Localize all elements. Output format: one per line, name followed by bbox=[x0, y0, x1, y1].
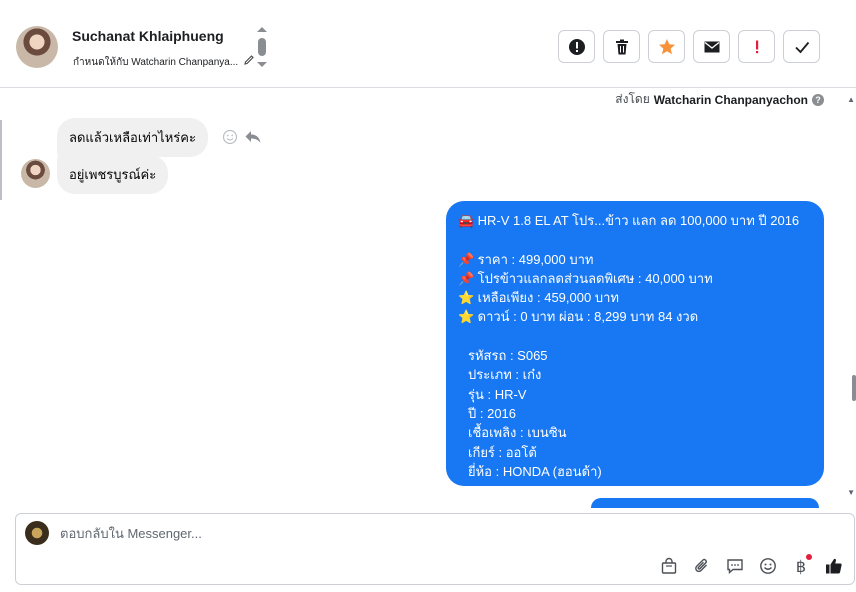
react-emoji-icon[interactable] bbox=[222, 129, 238, 145]
page-avatar bbox=[25, 521, 49, 545]
sent-by-name: Watcharin Chanpanyachon bbox=[653, 92, 808, 107]
sent-by-prefix: ส่งโดย bbox=[615, 92, 650, 106]
header-actions bbox=[558, 30, 820, 63]
listing-title: 🚘 HR-V 1.8 EL AT โปร...ข้าว แลก ลด 100,0… bbox=[458, 211, 812, 230]
reply-composer: ฿ bbox=[15, 513, 855, 585]
saved-reply-button[interactable] bbox=[725, 556, 745, 576]
mark-done-button[interactable] bbox=[783, 30, 820, 63]
price-line: 📌 ราคา : 499,000 บาท bbox=[458, 250, 812, 269]
contact-name[interactable]: Suchanat Khlaiphueng bbox=[72, 28, 224, 44]
conversation-nav-arrows[interactable] bbox=[254, 24, 270, 72]
paperclip-icon bbox=[695, 558, 707, 573]
reply-input[interactable] bbox=[60, 526, 660, 541]
scroll-down-arrow[interactable]: ▼ bbox=[847, 488, 855, 497]
spec-line: เชื้อเพลิง : เบนซิน bbox=[468, 425, 567, 441]
spec-line: ยี่ห้อ : HONDA (ฮอนด้า) bbox=[468, 463, 602, 479]
incoming-message[interactable]: ลดแล้วเหลือเท่าไหร่คะ bbox=[57, 118, 208, 157]
help-icon[interactable]: ? bbox=[812, 93, 824, 106]
follow-up-button[interactable] bbox=[738, 30, 775, 63]
emoji-button[interactable] bbox=[758, 556, 778, 576]
exclamation-icon bbox=[755, 40, 758, 53]
incoming-message[interactable]: อยู่เพชรบูรณ์ค่ะ bbox=[57, 155, 169, 194]
envelope-icon bbox=[704, 41, 719, 52]
emoji-icon bbox=[760, 558, 776, 574]
mark-spam-button[interactable] bbox=[558, 30, 595, 63]
price-line: 📌 โปรข้าวแลกลดส่วนลดพิเศษ : 40,000 บาท bbox=[458, 269, 812, 288]
star-icon bbox=[658, 38, 675, 54]
delete-button[interactable] bbox=[603, 30, 640, 63]
next-outgoing-message[interactable] bbox=[591, 498, 819, 508]
star-button[interactable] bbox=[648, 30, 685, 63]
left-edge-divider bbox=[0, 120, 2, 200]
price-line: ⭐ เหลือเพียง : 459,000 บาท bbox=[458, 288, 812, 307]
mark-unread-button[interactable] bbox=[693, 30, 730, 63]
sent-by-label: ส่งโดย Watcharin Chanpanyachon ? bbox=[615, 90, 824, 109]
star-emoji-icon: ⭐ bbox=[458, 290, 475, 306]
scroll-up-arrow[interactable]: ▲ bbox=[847, 95, 855, 104]
assigned-to-label: กำหนดให้กับ Watcharin Chanpanya... bbox=[73, 57, 239, 68]
shopping-bag-icon bbox=[661, 557, 677, 574]
pushpin-icon: 📌 bbox=[458, 270, 475, 286]
price-line: ⭐ ดาวน์ : 0 บาท ผ่อน : 8,299 บาท 84 งวด bbox=[458, 307, 812, 326]
composer-tools: ฿ bbox=[659, 554, 844, 576]
attach-button[interactable] bbox=[692, 556, 712, 576]
message-tools bbox=[222, 129, 262, 145]
conversation-header: Suchanat Khlaiphueng กำหนดให้กับ Watchar… bbox=[0, 0, 856, 88]
thumbs-up-icon bbox=[826, 558, 842, 574]
star-emoji-icon: ⭐ bbox=[458, 309, 475, 325]
pushpin-icon: 📌 bbox=[458, 251, 475, 267]
spec-line: ประเภท : เก๋ง bbox=[468, 367, 542, 383]
outgoing-message[interactable]: 🚘 HR-V 1.8 EL AT โปร...ข้าว แลก ลด 100,0… bbox=[446, 201, 824, 486]
spec-line: ปี : 2016 bbox=[468, 405, 517, 421]
contact-avatar[interactable] bbox=[16, 26, 58, 68]
checkmark-icon bbox=[794, 41, 809, 53]
notification-dot bbox=[806, 554, 812, 560]
shopping-bag-button[interactable] bbox=[659, 556, 679, 576]
contact-avatar-small bbox=[21, 159, 50, 188]
saved-reply-icon bbox=[727, 559, 743, 575]
reply-arrow-icon[interactable] bbox=[244, 129, 262, 145]
trash-icon bbox=[615, 39, 628, 54]
spec-line: รุ่น : HR-V bbox=[468, 386, 527, 402]
payment-button[interactable]: ฿ bbox=[791, 554, 812, 576]
exclamation-circle-icon bbox=[568, 38, 585, 55]
baht-icon: ฿ bbox=[795, 556, 807, 576]
car-icon: 🚘 bbox=[458, 213, 475, 228]
scrollbar-thumb[interactable] bbox=[852, 375, 856, 401]
spec-line: เกียร์ : ออโต้ bbox=[468, 444, 537, 460]
like-button[interactable] bbox=[824, 556, 844, 576]
spec-line: รหัสรถ : S065 bbox=[468, 348, 548, 364]
